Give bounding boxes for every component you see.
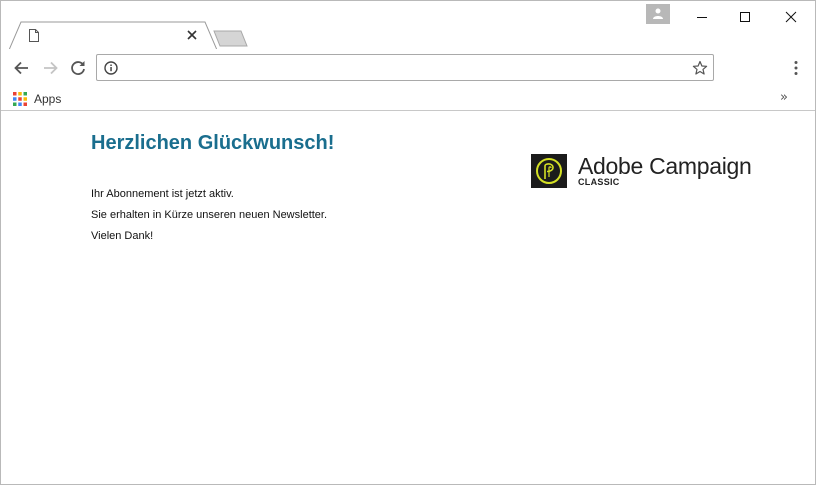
- arrow-left-icon[interactable]: [12, 58, 32, 78]
- kebab-menu-icon[interactable]: [787, 59, 805, 77]
- apps-grid-icon: [13, 92, 27, 106]
- person-icon: [653, 8, 663, 19]
- window-close-button[interactable]: [768, 1, 814, 33]
- maximize-button[interactable]: [722, 1, 768, 33]
- maximize-icon: [740, 12, 750, 22]
- apps-bookmark[interactable]: Apps: [13, 89, 61, 109]
- browser-window: Apps » Herzlichen Glückwunsch! Ihr Abonn…: [0, 0, 816, 485]
- profile-button[interactable]: [646, 4, 670, 24]
- page-heading: Herzlichen Glückwunsch!: [91, 132, 335, 154]
- star-icon[interactable]: [692, 60, 708, 76]
- title-bar: [1, 1, 815, 50]
- address-bar[interactable]: [96, 54, 714, 81]
- close-icon: [785, 11, 797, 23]
- newsletter-text: Sie erhalten in Kürze unseren neuen News…: [91, 209, 328, 221]
- tab-close-icon[interactable]: [186, 29, 198, 41]
- apps-label: Apps: [34, 92, 62, 106]
- logo-subtitle: CLASSIC: [578, 177, 620, 187]
- address-input[interactable]: [127, 58, 682, 77]
- bookmarks-bar: Apps »: [1, 87, 815, 111]
- new-tab-button[interactable]: [213, 29, 249, 47]
- info-icon[interactable]: [104, 61, 118, 75]
- logo-title: Adobe Campaign: [578, 153, 752, 179]
- bookmarks-overflow-icon[interactable]: »: [780, 90, 796, 106]
- page-content: Herzlichen Glückwunsch! Ihr Abonnement i…: [1, 112, 815, 484]
- browser-toolbar: [1, 49, 815, 87]
- adobe-campaign-logo: Adobe Campaign CLASSIC: [531, 153, 752, 190]
- minimize-icon: [697, 17, 707, 18]
- thanks-text: Vielen Dank!: [91, 230, 154, 242]
- active-tab[interactable]: [9, 21, 217, 50]
- confirmation-text: Ihr Abonnement ist jetzt aktiv.: [91, 188, 234, 200]
- reload-icon[interactable]: [68, 58, 88, 78]
- minimize-button[interactable]: [679, 1, 725, 33]
- document-icon: [29, 29, 39, 42]
- tab-title: [51, 29, 181, 43]
- arrow-right-icon[interactable]: [40, 58, 60, 78]
- adobe-campaign-logo-icon: [531, 154, 567, 188]
